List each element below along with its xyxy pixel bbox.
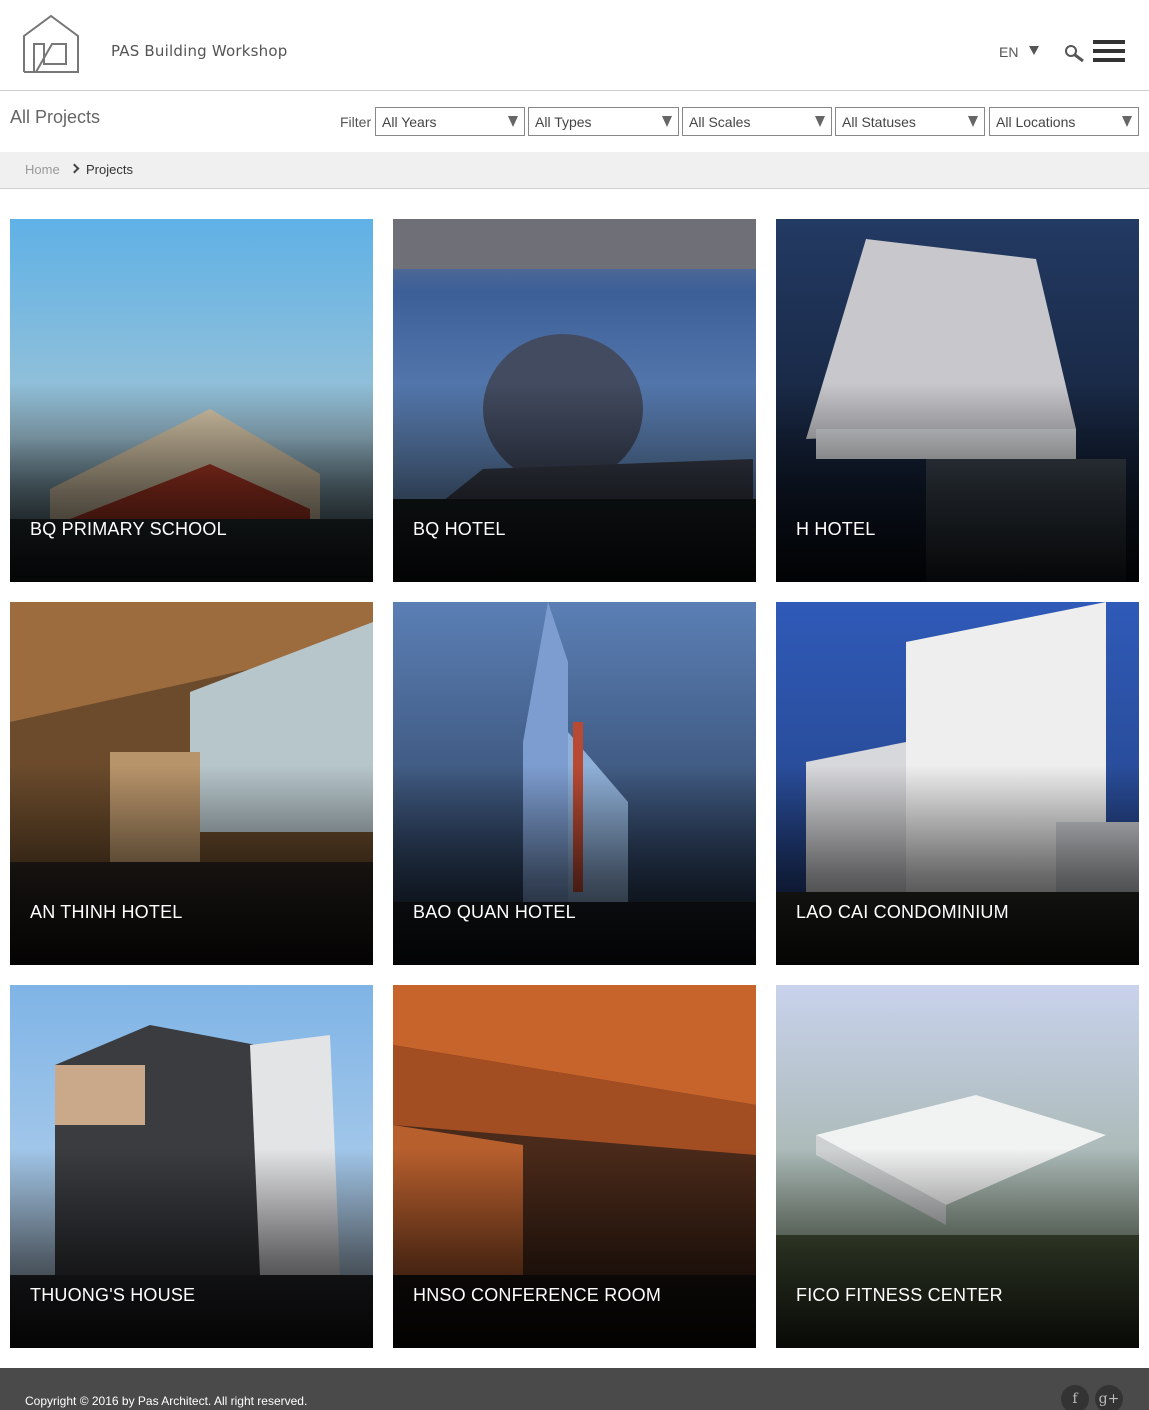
filter-years-select[interactable]: All Years — [375, 107, 525, 136]
breadcrumb: Home Projects — [0, 152, 1149, 189]
logo-icon[interactable] — [22, 14, 82, 74]
select-value: All Scales — [689, 114, 751, 130]
project-card[interactable]: HNSO CONFERENCE ROOM — [393, 985, 756, 1348]
breadcrumb-home-link[interactable]: Home — [25, 162, 60, 177]
copyright-text: Copyright © 2016 by Pas Architect. All r… — [25, 1394, 308, 1408]
filter-statuses-select[interactable]: All Statuses — [835, 107, 985, 136]
project-card[interactable]: THUONG'S HOUSE — [10, 985, 373, 1348]
search-icon[interactable] — [1063, 43, 1085, 63]
facebook-icon[interactable]: f — [1061, 1385, 1089, 1410]
dropdown-arrow-icon — [1122, 116, 1132, 127]
project-title: BQ PRIMARY SCHOOL — [30, 519, 227, 539]
project-card[interactable]: LAO CAI CONDOMINIUM — [776, 602, 1139, 965]
project-card[interactable]: BQ PRIMARY SCHOOL — [10, 219, 373, 582]
language-selector[interactable]: EN — [999, 44, 1018, 60]
site-header: PAS Building Workshop EN — [0, 0, 1149, 91]
project-title: HNSO CONFERENCE ROOM — [413, 1285, 662, 1305]
project-title: AN THINH HOTEL — [30, 902, 183, 922]
select-value: All Locations — [996, 114, 1076, 130]
project-title: BAO QUAN HOTEL — [413, 902, 576, 922]
filter-locations-select[interactable]: All Locations — [989, 107, 1139, 136]
project-title: FICO FITNESS CENTER — [796, 1285, 1003, 1305]
project-title: H HOTEL — [796, 519, 876, 539]
filter-scales-select[interactable]: All Scales — [682, 107, 832, 136]
breadcrumb-current: Projects — [86, 162, 133, 177]
select-value: All Statuses — [842, 114, 916, 130]
dropdown-arrow-icon — [968, 116, 978, 127]
hamburger-menu-icon[interactable] — [1093, 40, 1125, 62]
page-title: All Projects — [10, 107, 101, 127]
brand-name[interactable]: PAS Building Workshop — [111, 42, 287, 60]
dropdown-arrow-icon — [662, 116, 672, 127]
site-footer: Copyright © 2016 by Pas Architect. All r… — [0, 1368, 1149, 1410]
project-card[interactable]: BAO QUAN HOTEL — [393, 602, 756, 965]
filter-label: Filter — [340, 114, 372, 130]
google-plus-icon[interactable]: g+ — [1095, 1385, 1123, 1410]
project-card[interactable]: AN THINH HOTEL — [10, 602, 373, 965]
project-title: LAO CAI CONDOMINIUM — [796, 902, 1009, 922]
dropdown-arrow-icon — [815, 116, 825, 127]
project-card[interactable]: H HOTEL — [776, 219, 1139, 582]
project-title: THUONG'S HOUSE — [30, 1285, 196, 1305]
dropdown-arrow-icon — [508, 116, 518, 127]
chevron-down-icon[interactable] — [1029, 46, 1039, 55]
chevron-right-icon — [69, 163, 80, 174]
project-card[interactable]: FICO FITNESS CENTER — [776, 985, 1139, 1348]
select-value: All Types — [535, 114, 592, 130]
filter-types-select[interactable]: All Types — [528, 107, 679, 136]
select-value: All Years — [382, 114, 437, 130]
project-title: BQ HOTEL — [413, 519, 506, 539]
project-card[interactable]: BQ HOTEL — [393, 219, 756, 582]
